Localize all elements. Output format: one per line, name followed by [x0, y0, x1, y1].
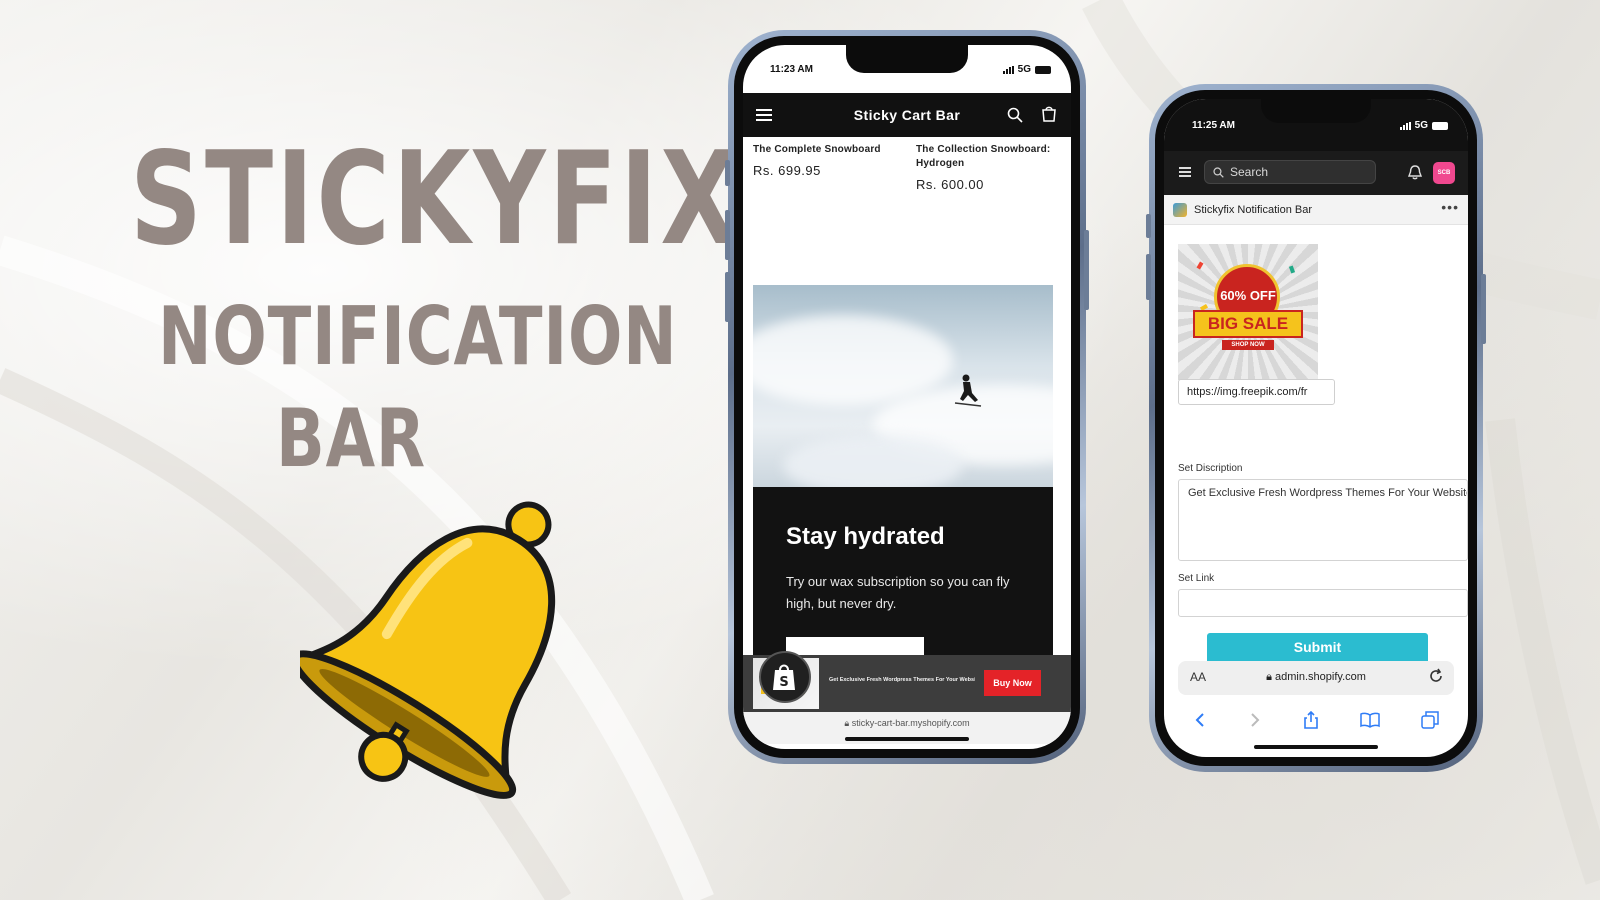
battery-icon: [1035, 65, 1051, 74]
admin-top-bar: Search SCB: [1164, 151, 1468, 195]
product-name[interactable]: The Collection Snowboard: Hydrogen: [916, 143, 1061, 171]
description-label: Set Discription: [1178, 463, 1243, 474]
product-name[interactable]: The Complete Snowboard: [753, 143, 898, 157]
search-icon[interactable]: [1007, 107, 1023, 123]
network-label: 5G: [1414, 120, 1428, 131]
storefront-screen: 11:23 AM 5G Sticky Cart Bar The Complete…: [743, 45, 1071, 749]
submit-button[interactable]: Submit: [1207, 633, 1428, 661]
home-indicator: [1254, 745, 1378, 749]
promo-body: Try our wax subscription so you can fly …: [786, 574, 1010, 611]
product-card[interactable]: The Complete Snowboard Rs. 699.95: [753, 143, 898, 192]
app-icon: [1173, 203, 1187, 217]
phone-notch: [846, 45, 968, 73]
safari-toolbar: [1164, 705, 1468, 735]
home-indicator: [845, 737, 969, 741]
search-placeholder: Search: [1230, 165, 1269, 179]
phone-volume-down-button: [725, 272, 730, 322]
skier-figure: [954, 374, 982, 407]
phone-volume-up-button: [725, 210, 730, 260]
promo-title-line-1: STICKYFIX: [130, 125, 741, 274]
promo-title-line-3: BAR: [276, 392, 426, 485]
link-label: Set Link: [1178, 573, 1215, 584]
sticky-bar-message: Get Exclusive Fresh Wordpress Themes For…: [829, 677, 975, 683]
promo-banner: Stay hydrated Try our wax subscription s…: [753, 487, 1053, 662]
menu-icon[interactable]: [756, 109, 772, 121]
network-label: 5G: [1017, 64, 1031, 75]
shopify-bag-icon: S: [759, 651, 811, 703]
store-header: Sticky Cart Bar: [743, 93, 1071, 137]
sticky-notification-bar: S Get Exclusive Fresh Wordpress Themes F…: [743, 651, 1071, 712]
store-avatar[interactable]: SCB: [1433, 162, 1455, 184]
forward-icon[interactable]: [1248, 712, 1262, 728]
notification-bell-icon[interactable]: [1408, 165, 1422, 180]
storefront-phone: 11:23 AM 5G Sticky Cart Bar The Complete…: [725, 30, 1089, 764]
sale-headline: BIG SALE: [1193, 310, 1303, 338]
status-time: 11:25 AM: [1192, 120, 1235, 131]
product-price: Rs. 699.95: [753, 163, 821, 178]
notification-image-preview: 60% OFF BIG SALE SHOP NOW: [1178, 244, 1318, 380]
store-name[interactable]: Sticky Cart Bar: [854, 107, 960, 123]
signal-icon: [1002, 65, 1014, 74]
app-header: Stickyfix Notification Bar •••: [1164, 195, 1468, 225]
product-card[interactable]: The Collection Snowboard: Hydrogen Rs. 6…: [916, 143, 1061, 192]
search-icon: [1213, 166, 1224, 178]
promo-title-line-2: NOTIFICATION: [158, 290, 678, 383]
bookmarks-icon[interactable]: [1360, 712, 1380, 728]
cart-icon[interactable]: [1040, 105, 1058, 123]
more-options-icon[interactable]: •••: [1441, 199, 1459, 215]
phone-side-button: [725, 160, 730, 186]
lock-icon: 🔒︎: [1266, 671, 1276, 683]
back-icon[interactable]: [1193, 712, 1207, 728]
phone-notch: [1261, 99, 1371, 123]
image-url-input[interactable]: https://img.freepik.com/fr: [1178, 379, 1335, 405]
menu-icon[interactable]: [1179, 167, 1191, 177]
buy-now-button[interactable]: Buy Now: [984, 670, 1041, 696]
admin-search-input[interactable]: Search: [1204, 160, 1376, 184]
reload-icon[interactable]: [1428, 668, 1444, 684]
storefront-url: sticky-cart-bar.myshopify.com: [851, 718, 970, 728]
safari-address-bar[interactable]: AA 🔒︎ admin.shopify.com: [1178, 661, 1454, 695]
phone-volume-up-button: [1146, 254, 1151, 300]
phone-power-button: [1481, 274, 1486, 344]
admin-phone: 11:25 AM 5G Search SCB Stickyfix Notific…: [1146, 84, 1486, 772]
sale-cta: SHOP NOW: [1222, 340, 1274, 350]
product-price: Rs. 600.00: [916, 177, 984, 192]
app-name: Stickyfix Notification Bar: [1194, 204, 1312, 216]
admin-url: admin.shopify.com: [1275, 671, 1366, 683]
admin-screen: 11:25 AM 5G Search SCB Stickyfix Notific…: [1164, 99, 1468, 757]
signal-icon: [1399, 121, 1411, 130]
description-textarea[interactable]: Get Exclusive Fresh Wordpress Themes For…: [1178, 479, 1468, 561]
bell-illustration-icon: [300, 501, 556, 799]
link-input[interactable]: [1178, 589, 1468, 617]
lock-icon: 🔒︎: [844, 718, 852, 728]
status-time: 11:23 AM: [770, 64, 813, 75]
product-grid: The Complete Snowboard Rs. 699.95 The Co…: [753, 143, 1061, 192]
hero-image: [753, 285, 1053, 487]
svg-text:S: S: [779, 675, 788, 690]
battery-icon: [1432, 121, 1448, 130]
share-icon[interactable]: [1303, 711, 1319, 729]
promo-heading: Stay hydrated: [786, 523, 945, 550]
phone-power-button: [1084, 230, 1089, 310]
phone-side-button: [1146, 214, 1151, 238]
tabs-icon[interactable]: [1421, 711, 1440, 729]
sale-discount-text: 60% OFF: [1220, 288, 1276, 303]
